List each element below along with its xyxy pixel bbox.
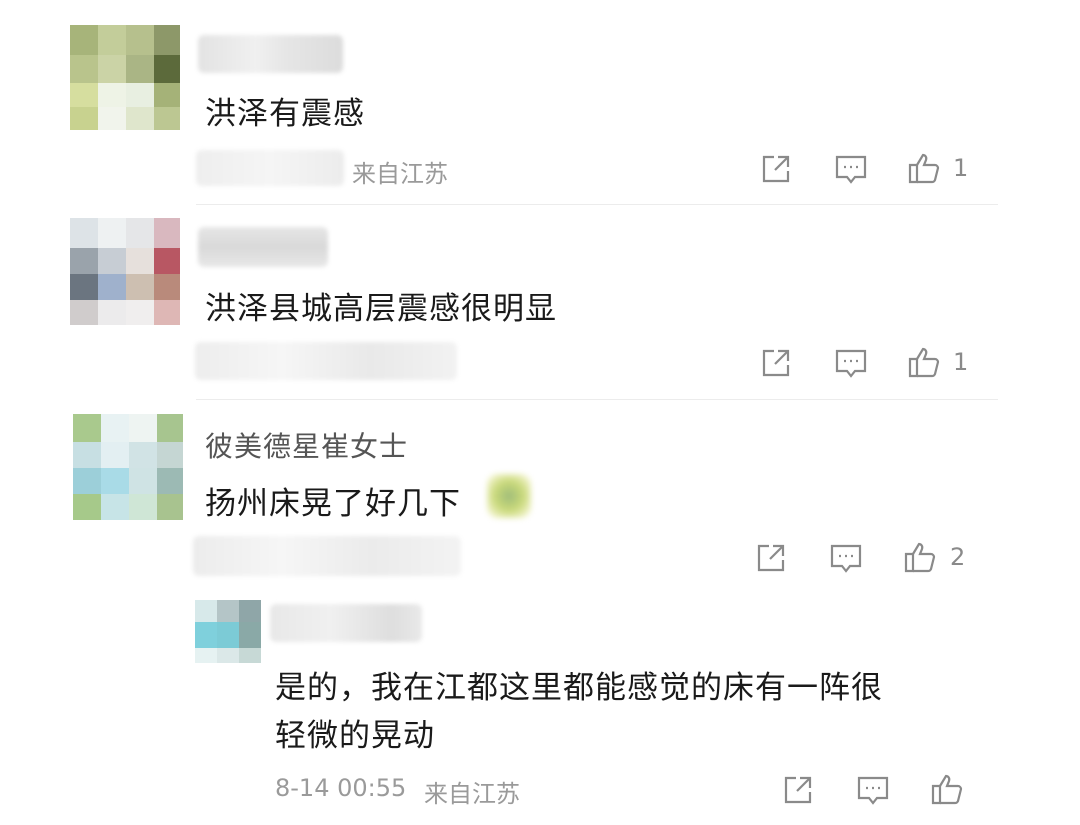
thumbs-up-icon[interactable] — [903, 540, 937, 574]
comment-icon[interactable] — [829, 541, 863, 575]
reply-text-line1: 是的，我在江都这里都能感觉的床有一阵很 — [275, 670, 883, 706]
share-icon[interactable] — [759, 152, 793, 186]
thumbs-up-icon[interactable] — [930, 772, 964, 806]
comment-text: 扬州床晃了好几下 — [205, 486, 461, 522]
thumbs-up-icon[interactable] — [907, 345, 941, 379]
comment-text: 洪泽县城高层震感很明显 — [205, 291, 557, 327]
comment-username[interactable]: 彼美德星崔女士 — [205, 425, 408, 465]
comment-icon[interactable] — [834, 346, 868, 380]
comment-location: 来自江苏 — [352, 160, 448, 188]
timestamp-blurred — [196, 150, 344, 186]
avatar[interactable] — [73, 414, 183, 520]
thumbs-up-icon[interactable] — [907, 151, 941, 185]
reply-time: 8-14 00:55 — [275, 774, 407, 802]
reply-location: 来自江苏 — [424, 780, 520, 808]
like-count: 1 — [953, 154, 969, 182]
emoji-blurred — [487, 474, 531, 518]
share-icon[interactable] — [781, 773, 815, 807]
share-icon[interactable] — [754, 541, 788, 575]
comment-text: 洪泽有震感 — [205, 96, 365, 132]
timestamp-blurred — [195, 342, 457, 380]
like-count: 1 — [953, 348, 969, 376]
divider — [196, 204, 998, 205]
reply-text-line2: 轻微的晃动 — [275, 718, 435, 754]
username-blurred[interactable] — [198, 35, 343, 73]
like-count: 2 — [950, 543, 966, 571]
username-blurred[interactable] — [198, 227, 328, 267]
timestamp-blurred — [193, 536, 461, 576]
divider — [196, 399, 998, 400]
username-blurred[interactable] — [270, 604, 422, 642]
avatar[interactable] — [70, 218, 180, 325]
share-icon[interactable] — [759, 346, 793, 380]
comment-icon[interactable] — [856, 773, 890, 807]
comment-icon[interactable] — [834, 152, 868, 186]
avatar[interactable] — [70, 25, 180, 130]
avatar[interactable] — [195, 600, 261, 663]
